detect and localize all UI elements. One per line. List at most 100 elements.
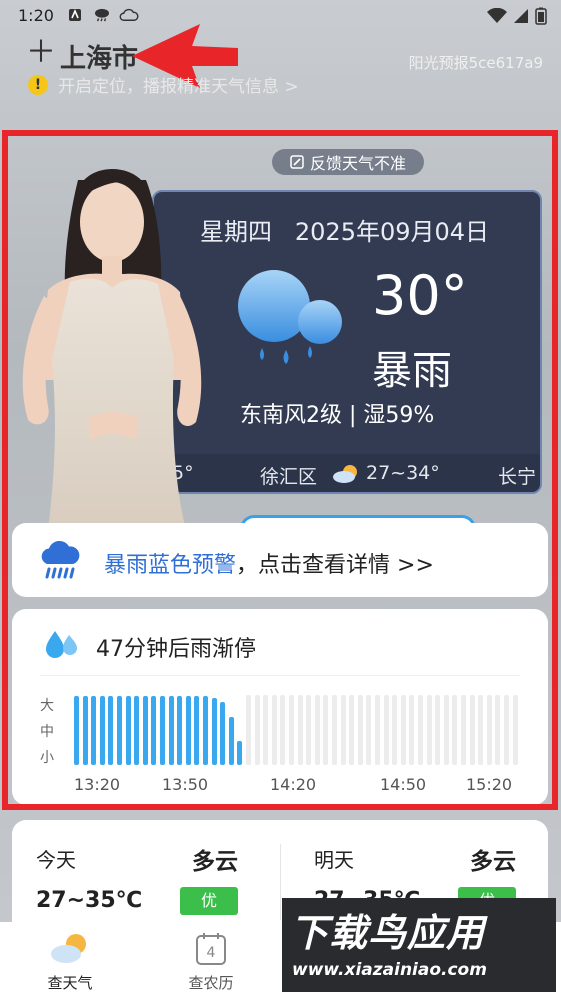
location-prompt[interactable]: ! 开启定位，播报精准天气信息 > <box>28 72 299 97</box>
rain-bar <box>246 695 251 765</box>
forecast-temp: 27~35℃ <box>36 888 143 913</box>
rain-bar <box>220 702 226 765</box>
feedback-button[interactable]: 反馈天气不准 <box>272 149 424 175</box>
rain-bar <box>375 695 380 765</box>
district-range: 27~34° <box>366 462 440 484</box>
forecast-condition: 多云 <box>192 849 238 875</box>
watermark-logo: 下载鸟应用 www.xiazainiao.com <box>282 898 556 992</box>
rain-bar <box>254 695 260 765</box>
watermark-title: 下载鸟应用 <box>290 911 486 955</box>
app-notification-icon <box>69 8 81 21</box>
rain-intensity-chart <box>74 695 524 765</box>
rain-bar <box>134 696 140 765</box>
rain-bar <box>452 695 458 765</box>
rain-bar <box>211 697 217 765</box>
forecast-day: 今天 <box>36 848 76 872</box>
district-partial-right: 长宁 <box>498 466 537 488</box>
rain-bar <box>495 695 501 765</box>
x-label: 13:50 <box>162 775 209 794</box>
edit-icon <box>290 155 304 169</box>
rain-bar <box>409 695 415 765</box>
nav-label: 查农历 <box>188 974 234 992</box>
rain-bar <box>289 695 294 765</box>
current-temperature: 30° <box>372 264 468 327</box>
district-name: 徐汇区 <box>260 466 318 488</box>
battery-icon <box>535 7 547 25</box>
divider <box>280 844 281 920</box>
rain-bar <box>366 695 372 765</box>
rain-bar <box>151 696 157 765</box>
rain-bar <box>332 695 337 765</box>
current-condition: 暴雨 <box>372 348 452 394</box>
y-label-light: 小 <box>40 750 54 766</box>
nav-item-calendar[interactable]: 4 查农历 <box>166 922 256 997</box>
rain-bar <box>512 695 518 765</box>
rain-bar <box>228 717 234 765</box>
cloudy-icon <box>333 465 357 483</box>
signal-icon <box>514 9 528 23</box>
calendar-icon: 4 <box>196 933 226 965</box>
rain-bar <box>74 696 79 765</box>
divider <box>40 675 520 676</box>
rain-bar <box>349 695 355 765</box>
minute-rain-card[interactable]: 47分钟后雨渐停 大 中 小 13:20 13:50 14:20 14:50 1… <box>12 609 548 805</box>
location-prompt-text: 开启定位，播报精准天气信息 > <box>58 77 299 97</box>
x-label: 15:20 <box>466 775 513 794</box>
rain-bar <box>263 695 269 765</box>
city-title[interactable]: 上海市 <box>60 38 138 75</box>
rain-bar <box>91 696 97 765</box>
rain-bar <box>469 695 475 765</box>
rain-bar <box>82 696 88 765</box>
rain-bar <box>383 695 389 765</box>
rain-bar <box>185 696 191 765</box>
rain-bar <box>297 695 303 765</box>
wifi-icon <box>487 8 507 23</box>
rain-bar <box>99 696 105 765</box>
rain-bar <box>443 695 449 765</box>
weather-icon <box>51 934 86 963</box>
date-line: 星期四 2025年09月04日 <box>200 212 489 247</box>
rain-bar <box>426 695 432 765</box>
rain-bar <box>194 696 200 765</box>
rain-bar <box>108 696 114 765</box>
raindrops-icon <box>46 631 77 658</box>
rain-bar <box>340 695 346 765</box>
rain-bar <box>504 695 509 765</box>
rain-bar <box>461 695 466 765</box>
heavy-rain-icon <box>238 270 342 364</box>
y-label-medium: 中 <box>40 724 54 740</box>
calendar-badge: 4 <box>207 945 216 961</box>
rain-bar <box>486 695 492 765</box>
rain-bar <box>160 696 165 765</box>
rain-bar <box>125 696 131 765</box>
alert-level: 暴雨蓝色预警 <box>104 553 237 578</box>
rain-bar <box>435 695 441 765</box>
rain-bar <box>314 695 320 765</box>
feedback-label: 反馈天气不准 <box>309 154 406 173</box>
x-label: 14:50 <box>380 775 427 794</box>
rain-notification-icon <box>95 8 109 22</box>
rain-bar <box>306 695 312 765</box>
rain-bar <box>203 696 208 765</box>
warning-icon: ! <box>28 74 48 95</box>
rainstorm-alert-card[interactable]: 暴雨蓝色预警，点击查看详情 >> <box>12 523 548 597</box>
rain-stop-forecast: 47分钟后雨渐停 <box>96 637 256 662</box>
rain-bar <box>357 695 363 765</box>
rain-bar <box>392 695 398 765</box>
alert-detail-link: ，点击查看详情 >> <box>236 553 434 578</box>
nav-item-weather[interactable]: 查天气 <box>25 922 115 997</box>
add-city-icon[interactable]: ＋ <box>26 36 56 70</box>
rain-bar <box>400 695 406 765</box>
rain-bar <box>142 696 148 765</box>
forecast-condition: 多云 <box>470 849 516 875</box>
rain-bar <box>237 740 243 765</box>
rain-bar <box>177 696 183 765</box>
rain-bar <box>168 696 174 765</box>
wind-humidity: 东南风2级 | 湿59% <box>240 403 435 428</box>
rain-bar <box>117 696 122 765</box>
rain-bar <box>478 695 484 765</box>
forecast-day: 明天 <box>314 848 354 872</box>
alert-text: 暴雨蓝色预警，点击查看详情 >> <box>104 547 434 579</box>
rain-bar <box>418 695 423 765</box>
rain-alert-icon <box>41 540 80 579</box>
